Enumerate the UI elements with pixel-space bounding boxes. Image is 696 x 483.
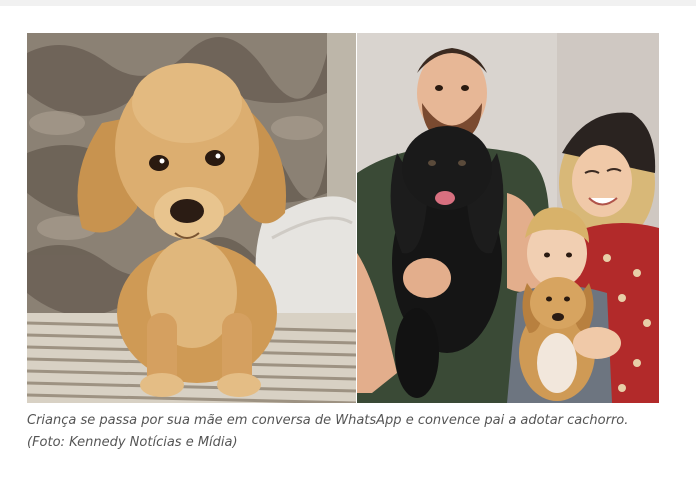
photo-family-with-puppies	[357, 33, 659, 403]
photo-golden-puppy	[27, 33, 356, 403]
golden-puppy-illustration	[27, 33, 356, 403]
photo-caption: Criança se passa por sua mãe em conversa…	[27, 413, 629, 450]
top-band	[0, 0, 696, 6]
family-illustration	[357, 33, 659, 403]
